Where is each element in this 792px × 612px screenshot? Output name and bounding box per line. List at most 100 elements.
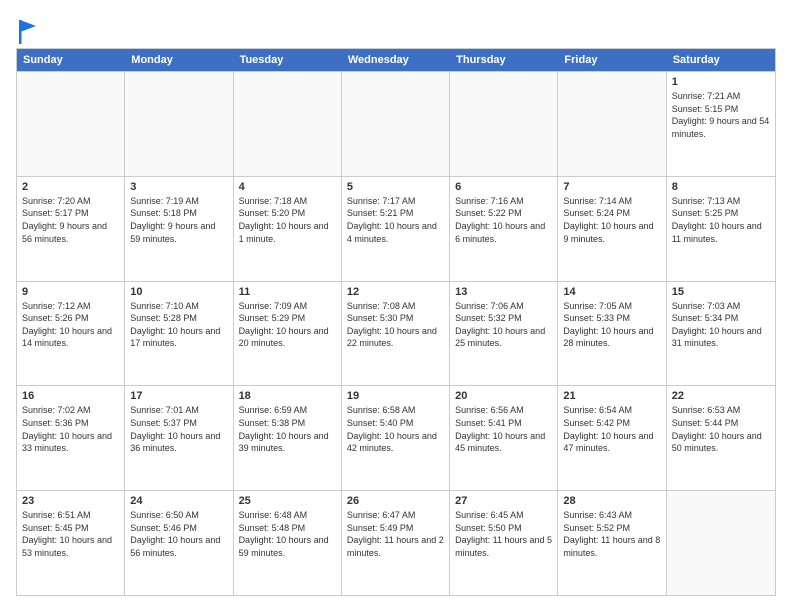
day-info: Sunrise: 7:17 AM Sunset: 5:21 PM Dayligh… <box>347 195 444 245</box>
day-info: Sunrise: 7:20 AM Sunset: 5:17 PM Dayligh… <box>22 195 119 245</box>
day-info: Sunrise: 7:10 AM Sunset: 5:28 PM Dayligh… <box>130 300 227 350</box>
cal-header-saturday: Saturday <box>667 49 775 71</box>
calendar-cell: 17Sunrise: 7:01 AM Sunset: 5:37 PM Dayli… <box>125 386 233 490</box>
header <box>16 16 776 40</box>
cal-header-wednesday: Wednesday <box>342 49 450 71</box>
day-number: 7 <box>563 181 660 193</box>
calendar-cell: 10Sunrise: 7:10 AM Sunset: 5:28 PM Dayli… <box>125 282 233 386</box>
calendar: SundayMondayTuesdayWednesdayThursdayFrid… <box>16 48 776 596</box>
calendar-cell <box>342 72 450 176</box>
calendar-cell: 8 Sunrise: 7:13 AM Sunset: 5:25 PM Daylig… <box>667 177 775 281</box>
calendar-cell: 20 Sunrise: 6:56 AM Sunset: 5:41 PM Dayli… <box>450 386 558 490</box>
calendar-cell: 7 Sunrise: 7:14 AM Sunset: 5:24 PM Daylig… <box>558 177 666 281</box>
calendar-cell <box>125 72 233 176</box>
day-info: Sunrise: 7:16 AM Sunset: 5:22 PM Dayligh… <box>455 195 552 245</box>
day-number: 13 <box>455 286 552 298</box>
calendar-cell <box>558 72 666 176</box>
day-info: Sunrise: 6:48 AM Sunset: 5:48 PM Dayligh… <box>239 509 336 559</box>
day-number: 28 <box>563 495 660 507</box>
calendar-body: 1 Sunrise: 7:21 AM Sunset: 5:15 PM Daylig… <box>17 71 775 595</box>
calendar-cell: 23 Sunrise: 6:51 AM Sunset: 5:45 PM Dayli… <box>17 491 125 595</box>
day-number: 8 <box>672 181 770 193</box>
day-info: Sunrise: 6:53 AM Sunset: 5:44 PM Dayligh… <box>672 404 770 454</box>
day-info: Sunrise: 6:58 AM Sunset: 5:40 PM Dayligh… <box>347 404 444 454</box>
day-number: 18 <box>239 390 336 402</box>
day-number: 21 <box>563 390 660 402</box>
cal-header-tuesday: Tuesday <box>234 49 342 71</box>
calendar-cell: 16 Sunrise: 7:02 AM Sunset: 5:36 PM Dayli… <box>17 386 125 490</box>
page: SundayMondayTuesdayWednesdayThursdayFrid… <box>0 0 792 612</box>
day-info: Sunrise: 6:54 AM Sunset: 5:42 PM Dayligh… <box>563 404 660 454</box>
calendar-cell: 22 Sunrise: 6:53 AM Sunset: 5:44 PM Dayli… <box>667 386 775 490</box>
logo <box>16 20 38 40</box>
calendar-cell: 2 Sunrise: 7:20 AM Sunset: 5:17 PM Daylig… <box>17 177 125 281</box>
day-number: 27 <box>455 495 552 507</box>
day-info: Sunrise: 7:13 AM Sunset: 5:25 PM Dayligh… <box>672 195 770 245</box>
day-info: Sunrise: 6:59 AM Sunset: 5:38 PM Dayligh… <box>239 404 336 454</box>
day-number: 24 <box>130 495 227 507</box>
day-number: 22 <box>672 390 770 402</box>
calendar-cell: 5 Sunrise: 7:17 AM Sunset: 5:21 PM Daylig… <box>342 177 450 281</box>
day-number: 9 <box>22 286 119 298</box>
calendar-cell: 15Sunrise: 7:03 AM Sunset: 5:34 PM Dayli… <box>667 282 775 386</box>
day-number: 23 <box>22 495 119 507</box>
calendar-cell: 19 Sunrise: 6:58 AM Sunset: 5:40 PM Dayli… <box>342 386 450 490</box>
calendar-week-1: 2 Sunrise: 7:20 AM Sunset: 5:17 PM Daylig… <box>17 176 775 281</box>
calendar-header: SundayMondayTuesdayWednesdayThursdayFrid… <box>17 49 775 71</box>
day-number: 4 <box>239 181 336 193</box>
day-number: 20 <box>455 390 552 402</box>
calendar-week-3: 16 Sunrise: 7:02 AM Sunset: 5:36 PM Dayli… <box>17 385 775 490</box>
calendar-cell: 24Sunrise: 6:50 AM Sunset: 5:46 PM Dayli… <box>125 491 233 595</box>
day-info: Sunrise: 6:45 AM Sunset: 5:50 PM Dayligh… <box>455 509 552 559</box>
calendar-cell: 27 Sunrise: 6:45 AM Sunset: 5:50 PM Dayli… <box>450 491 558 595</box>
calendar-cell: 26Sunrise: 6:47 AM Sunset: 5:49 PM Dayli… <box>342 491 450 595</box>
calendar-cell: 3Sunrise: 7:19 AM Sunset: 5:18 PM Daylig… <box>125 177 233 281</box>
calendar-cell: 11 Sunrise: 7:09 AM Sunset: 5:29 PM Dayli… <box>234 282 342 386</box>
calendar-cell <box>234 72 342 176</box>
day-info: Sunrise: 7:08 AM Sunset: 5:30 PM Dayligh… <box>347 300 444 350</box>
day-number: 16 <box>22 390 119 402</box>
cal-header-thursday: Thursday <box>450 49 558 71</box>
day-number: 11 <box>239 286 336 298</box>
day-number: 6 <box>455 181 552 193</box>
day-info: Sunrise: 6:51 AM Sunset: 5:45 PM Dayligh… <box>22 509 119 559</box>
calendar-cell: 4 Sunrise: 7:18 AM Sunset: 5:20 PM Daylig… <box>234 177 342 281</box>
calendar-cell: 21 Sunrise: 6:54 AM Sunset: 5:42 PM Dayli… <box>558 386 666 490</box>
day-info: Sunrise: 7:09 AM Sunset: 5:29 PM Dayligh… <box>239 300 336 350</box>
day-info: Sunrise: 7:18 AM Sunset: 5:20 PM Dayligh… <box>239 195 336 245</box>
cal-header-friday: Friday <box>558 49 666 71</box>
cal-header-monday: Monday <box>125 49 233 71</box>
day-info: Sunrise: 6:43 AM Sunset: 5:52 PM Dayligh… <box>563 509 660 559</box>
day-number: 5 <box>347 181 444 193</box>
day-number: 12 <box>347 286 444 298</box>
cal-header-sunday: Sunday <box>17 49 125 71</box>
day-number: 19 <box>347 390 444 402</box>
day-info: Sunrise: 6:47 AM Sunset: 5:49 PM Dayligh… <box>347 509 444 559</box>
day-number: 14 <box>563 286 660 298</box>
day-number: 1 <box>672 76 770 88</box>
day-number: 25 <box>239 495 336 507</box>
day-info: Sunrise: 7:19 AM Sunset: 5:18 PM Dayligh… <box>130 195 227 245</box>
day-info: Sunrise: 7:05 AM Sunset: 5:33 PM Dayligh… <box>563 300 660 350</box>
calendar-week-0: 1 Sunrise: 7:21 AM Sunset: 5:15 PM Daylig… <box>17 71 775 176</box>
calendar-week-4: 23 Sunrise: 6:51 AM Sunset: 5:45 PM Dayli… <box>17 490 775 595</box>
calendar-cell <box>17 72 125 176</box>
calendar-cell: 18 Sunrise: 6:59 AM Sunset: 5:38 PM Dayli… <box>234 386 342 490</box>
calendar-cell <box>667 491 775 595</box>
day-info: Sunrise: 7:14 AM Sunset: 5:24 PM Dayligh… <box>563 195 660 245</box>
calendar-cell: 9 Sunrise: 7:12 AM Sunset: 5:26 PM Daylig… <box>17 282 125 386</box>
day-info: Sunrise: 7:06 AM Sunset: 5:32 PM Dayligh… <box>455 300 552 350</box>
logo-icon <box>18 20 38 44</box>
calendar-cell: 28 Sunrise: 6:43 AM Sunset: 5:52 PM Dayli… <box>558 491 666 595</box>
day-info: Sunrise: 7:21 AM Sunset: 5:15 PM Dayligh… <box>672 90 770 140</box>
day-number: 17 <box>130 390 227 402</box>
day-number: 2 <box>22 181 119 193</box>
calendar-cell: 1 Sunrise: 7:21 AM Sunset: 5:15 PM Daylig… <box>667 72 775 176</box>
day-info: Sunrise: 7:12 AM Sunset: 5:26 PM Dayligh… <box>22 300 119 350</box>
day-info: Sunrise: 6:56 AM Sunset: 5:41 PM Dayligh… <box>455 404 552 454</box>
calendar-cell: 14 Sunrise: 7:05 AM Sunset: 5:33 PM Dayli… <box>558 282 666 386</box>
calendar-cell: 12 Sunrise: 7:08 AM Sunset: 5:30 PM Dayli… <box>342 282 450 386</box>
calendar-week-2: 9 Sunrise: 7:12 AM Sunset: 5:26 PM Daylig… <box>17 281 775 386</box>
calendar-cell <box>450 72 558 176</box>
day-info: Sunrise: 7:02 AM Sunset: 5:36 PM Dayligh… <box>22 404 119 454</box>
